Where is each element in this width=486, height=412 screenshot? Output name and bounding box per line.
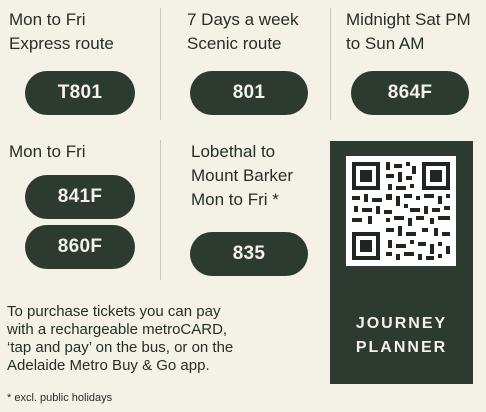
column-divider [160, 140, 161, 280]
service-weekday-label: Mon to Fri [9, 140, 86, 164]
service-scenic-label: 7 Days a week Scenic route [187, 8, 299, 56]
journey-planner-label[interactable]: JOURNEY [330, 313, 473, 335]
route-badge-t801[interactable]: T801 [25, 71, 135, 115]
route-badge-864f[interactable]: 864F [351, 71, 469, 115]
ticket-info-line: To purchase tickets you can pay [7, 303, 221, 320]
service-midnight-label: Midnight Sat PM to Sun AM [346, 8, 471, 56]
journey-planner-label[interactable]: PLANNER [330, 337, 473, 359]
journey-planner-panel[interactable]: JOURNEY PLANNER [330, 141, 473, 384]
ticket-info-line: ‘tap and pay’ on the bus, or on the [7, 339, 234, 356]
service-days: 7 Days a week [187, 10, 299, 29]
route-badge-801[interactable]: 801 [190, 71, 308, 115]
column-divider [160, 8, 161, 120]
ticket-info-line: with a rechargeable metroCARD, [7, 321, 228, 338]
service-days: Mon to Fri [9, 142, 86, 161]
qr-code-graphic [346, 156, 456, 266]
ticket-info-line: Adelaide Metro Buy & Go app. [7, 357, 210, 374]
service-days: Midnight Sat PM [346, 10, 471, 29]
ticket-info: To purchase tickets you can pay with a r… [7, 303, 317, 375]
service-lobethal-label: Lobethal to Mount Barker Mon to Fri * [191, 140, 293, 212]
service-origin: Lobethal to [191, 142, 276, 161]
service-description: to Sun AM [346, 34, 425, 53]
route-badge-860f[interactable]: 860F [25, 225, 135, 269]
route-badge-835[interactable]: 835 [190, 232, 308, 276]
service-destination: Mount Barker [191, 166, 294, 185]
service-days: Mon to Fri [9, 10, 86, 29]
footnote: * excl. public holidays [7, 392, 113, 404]
service-description: Scenic route [187, 34, 282, 53]
service-description: Express route [9, 34, 114, 53]
qr-code[interactable] [346, 156, 456, 266]
service-days: Mon to Fri * [191, 190, 279, 209]
column-divider [330, 8, 331, 120]
service-express-label: Mon to Fri Express route [9, 8, 114, 56]
route-badge-841f[interactable]: 841F [25, 175, 135, 219]
